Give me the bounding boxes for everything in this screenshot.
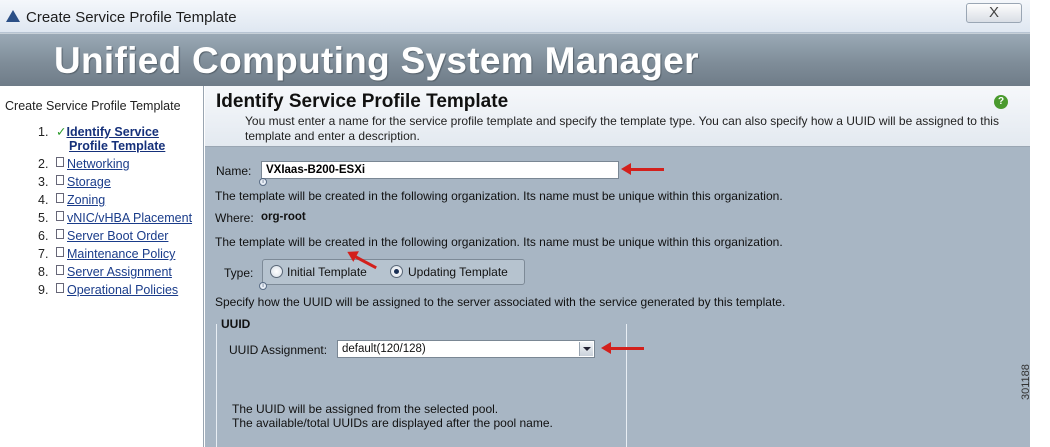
uuid-assignment-label: UUID Assignment: <box>229 343 328 357</box>
uuid-note-1: The UUID will be assigned from the selec… <box>232 402 499 416</box>
figure-id: 301188 <box>1020 364 1032 400</box>
initial-template-label[interactable]: Initial Template <box>287 265 367 279</box>
page-icon <box>56 265 64 275</box>
info-icon[interactable]: i <box>259 178 267 186</box>
uuid-note-2: The available/total UUIDs are displayed … <box>232 416 553 430</box>
page-icon <box>56 283 64 293</box>
chevron-down-icon[interactable] <box>579 342 593 356</box>
banner-title: Unified Computing System Manager <box>54 40 699 81</box>
name-label: Name: <box>216 164 252 178</box>
step-operational-policies[interactable]: 9. Operational Policies <box>38 283 192 301</box>
info-icon[interactable]: i <box>259 282 267 290</box>
window-title: Create Service Profile Template <box>26 9 237 26</box>
step-link[interactable]: Zoning <box>67 193 105 207</box>
updating-template-label[interactable]: Updating Template <box>408 265 508 279</box>
step-number: 2. <box>38 157 49 171</box>
uuid-group-title: UUID <box>219 317 253 331</box>
step-vnic-vhba-placement[interactable]: 5. vNIC/vHBA Placement <box>38 211 192 229</box>
uuid-instructions: Specify how the UUID will be assigned to… <box>215 295 786 309</box>
name-input[interactable] <box>261 161 619 179</box>
wizard-steps: 1. ✓Identify Service Profile Template 2. N… <box>38 124 192 301</box>
template-type-group: Initial Template Updating Template <box>262 259 525 285</box>
step-link[interactable]: Operational Policies <box>67 283 178 297</box>
step-server-boot-order[interactable]: 6. Server Boot Order <box>38 229 192 247</box>
step-server-assignment[interactable]: 8. Server Assignment <box>38 265 192 283</box>
figure-id-strip: 301188 <box>1020 0 1050 447</box>
annotation-arrow <box>601 342 644 354</box>
where-label: Where: <box>215 211 254 225</box>
step-link[interactable]: Identify Service <box>66 125 158 139</box>
step-number: 9. <box>38 283 49 297</box>
step-link[interactable]: Maintenance Policy <box>67 247 175 261</box>
step-number: 7. <box>38 247 49 261</box>
step-number: 5. <box>38 211 49 225</box>
page-icon <box>56 193 64 203</box>
window-title-bar: Create Service Profile Template X <box>0 0 1030 33</box>
page-icon <box>56 175 64 185</box>
step-number: 1. <box>38 125 49 139</box>
step-number: 3. <box>38 175 49 189</box>
step-storage[interactable]: 3. Storage <box>38 175 192 193</box>
step-identify-template[interactable]: 1. ✓Identify Service Profile Template <box>38 124 192 157</box>
step-link-line2[interactable]: Profile Template <box>69 139 165 153</box>
where-value: org-root <box>261 211 306 223</box>
close-button[interactable]: X <box>966 3 1022 23</box>
org-info-text-repeat: The template will be created in the foll… <box>215 235 783 249</box>
checkmark-icon: ✓ <box>56 125 67 139</box>
step-link[interactable]: Server Assignment <box>67 265 172 279</box>
app-banner: Unified Computing System Manager <box>0 33 1030 86</box>
sidebar-title: Create Service Profile Template <box>5 99 181 113</box>
step-link[interactable]: vNIC/vHBA Placement <box>67 211 192 225</box>
type-label: Type: <box>224 266 254 280</box>
page-icon <box>56 157 64 167</box>
wizard-sidebar: Create Service Profile Template 1. ✓Ident… <box>0 86 204 447</box>
org-info-text: The template will be created in the foll… <box>215 189 783 203</box>
page-icon <box>56 247 64 257</box>
step-maintenance-policy[interactable]: 7. Maintenance Policy <box>38 247 192 265</box>
main-panel: Identify Service Profile Template You mu… <box>205 86 1030 447</box>
initial-template-radio[interactable] <box>270 265 283 278</box>
help-icon[interactable]: ? <box>994 95 1008 109</box>
panel-header: Identify Service Profile Template You mu… <box>205 86 1030 147</box>
step-number: 4. <box>38 193 49 207</box>
step-link[interactable]: Server Boot Order <box>67 229 168 243</box>
step-networking[interactable]: 2. Networking <box>38 157 192 175</box>
page-icon <box>56 211 64 221</box>
step-number: 6. <box>38 229 49 243</box>
page-icon <box>56 229 64 239</box>
app-icon <box>6 10 20 22</box>
step-number: 8. <box>38 265 49 279</box>
step-zoning[interactable]: 4. Zoning <box>38 193 192 211</box>
step-link[interactable]: Storage <box>67 175 111 189</box>
page-description: You must enter a name for the service pr… <box>245 114 999 143</box>
page-title: Identify Service Profile Template <box>216 91 509 112</box>
updating-template-radio[interactable] <box>390 265 403 278</box>
annotation-arrow <box>621 163 664 175</box>
uuid-assignment-select[interactable]: default(120/128) <box>337 340 595 358</box>
step-link[interactable]: Networking <box>67 157 130 171</box>
uuid-assignment-value: default(120/128) <box>342 343 426 355</box>
